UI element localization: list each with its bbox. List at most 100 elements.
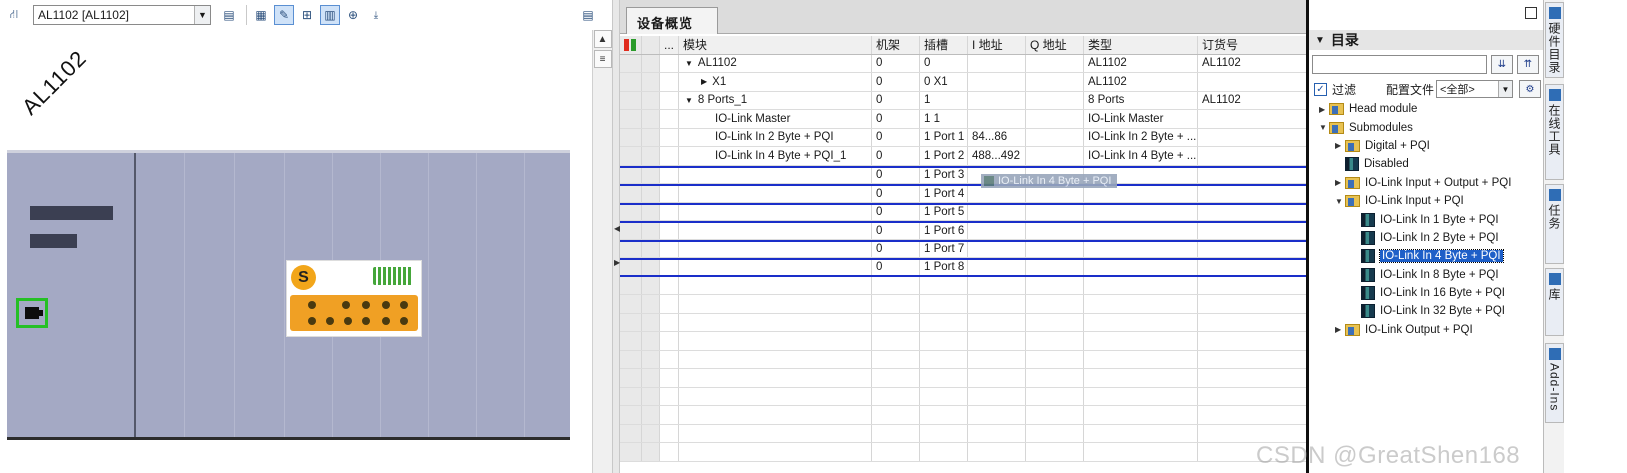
scroll-up-icon[interactable]: ▲ [593,30,612,48]
device-rack[interactable]: S [7,150,570,440]
catalog-tree-item[interactable]: ▶ Head module [1309,100,1543,118]
search-up-icon[interactable]: ⇈ [1517,55,1539,74]
module-icon [1361,267,1375,282]
catalog-tree-label: IO-Link Output + PQI [1365,323,1473,336]
cell-iaddr [968,110,1026,128]
chevron-right-icon[interactable]: ▶ [1319,105,1329,114]
cell-empty [642,295,660,313]
device-data-icon[interactable]: ▤ [578,5,598,25]
column-header-ind[interactable]: ... [660,36,679,54]
catalog-tree-item[interactable]: IO-Link In 2 Byte + PQI [1309,229,1543,247]
table-row[interactable]: ▶ X1 0 0 X1 AL1102 [620,73,1307,92]
pane-splitter[interactable]: ◀ ▶ [612,0,620,473]
catalog-settings-icon[interactable]: ⚙ [1519,80,1541,98]
cell-slot: 1 Port 3 [920,167,968,183]
table-row[interactable]: IO-Link Master 0 1 1 IO-Link Master [620,110,1307,129]
table-row[interactable]: IO-Link In 2 Byte + PQI 0 1 Port 1 84...86 I… [620,128,1307,147]
maximize-icon[interactable] [1525,7,1537,19]
search-down-icon[interactable]: ⇊ [1491,55,1513,74]
row-gutter [642,91,660,109]
catalog-tree-item[interactable]: Disabled [1309,155,1543,173]
column-header-iaddr[interactable]: I 地址 [968,36,1026,54]
ethernet-port-icon[interactable] [16,298,48,328]
profile-select[interactable]: <全部> ▼ [1436,80,1513,98]
table-row[interactable]: ▼ AL1102 0 0 AL1102 AL1102 [620,54,1307,73]
device-view-vertical-scroll[interactable]: ▲ ≡ [592,30,612,473]
list-icon[interactable]: ≡ [593,50,612,68]
cell-empty [620,369,642,387]
rename-icon[interactable]: ▦ [251,5,271,25]
chevron-down-icon[interactable]: ▼ [194,6,210,24]
column-header-module[interactable]: 模块 [679,36,872,54]
table-row[interactable]: 0 1 Port 7 [620,239,1307,258]
chevron-down-icon[interactable]: ▼ [1335,197,1345,206]
catalog-tree-item[interactable]: IO-Link In 8 Byte + PQI [1309,266,1543,284]
cell-empty [1026,443,1084,461]
cell-order [1198,110,1307,128]
filter-checkbox-row[interactable]: ✓ 过滤 [1314,80,1356,98]
network-topology-icon[interactable]: ⛙ [4,5,24,25]
table-row[interactable]: 0 1 Port 3 [620,165,1307,184]
device-properties-icon[interactable]: ▤ [219,5,239,25]
zoom-icon[interactable]: ⊕ [343,5,363,25]
catalog-tree-label: IO-Link In 4 Byte + PQI [1379,249,1504,264]
catalog-section-header[interactable]: ▼ 目录 [1309,30,1543,50]
side-tab-3[interactable]: 库 [1545,268,1564,336]
download-arrow-icon[interactable]: ⤓ [366,5,386,25]
catalog-tree-item[interactable]: IO-Link In 16 Byte + PQI [1309,284,1543,302]
column-header-rack[interactable]: 机架 [872,36,920,54]
column-header-order[interactable]: 订货号 [1198,36,1307,54]
catalog-tree-item[interactable]: ▼ IO-Link Input + PQI [1309,192,1543,210]
chevron-down-icon[interactable]: ▼ [1315,35,1325,46]
tab-device-overview[interactable]: 设备概览 [626,7,718,34]
table-row[interactable]: 0 1 Port 4 [620,184,1307,203]
connector-dot [400,301,408,309]
chevron-right-icon[interactable]: ▶ [1335,141,1345,150]
table-row[interactable]: 0 1 Port 5 [620,202,1307,221]
catalog-tree-item[interactable]: ▶ IO-Link Output + PQI [1309,321,1543,339]
row-indicator [660,91,679,109]
catalog-tree-item[interactable]: IO-Link In 32 Byte + PQI [1309,302,1543,320]
chevron-right-icon[interactable]: ▶ [701,77,707,86]
table-row-empty [620,350,1307,369]
catalog-tree-item[interactable]: IO-Link In 1 Byte + PQI [1309,210,1543,228]
draw-mode-icon[interactable]: ✎ [274,5,294,25]
column-layout-icon[interactable]: ▥ [320,5,340,25]
column-header-type[interactable]: 类型 [1084,36,1198,54]
filter-checkbox[interactable]: ✓ [1314,82,1327,96]
cell-empty [679,350,872,368]
io-link-master-module-image[interactable]: S [286,260,422,337]
table-row-empty [620,406,1307,425]
chevron-right-icon[interactable]: ▶ [1335,325,1345,334]
catalog-tree-item[interactable]: ▶ IO-Link Input + Output + PQI [1309,174,1543,192]
chevron-down-icon[interactable]: ▼ [1319,123,1329,132]
connector-dot [344,317,352,325]
column-header-slot[interactable]: 插槽 [920,36,968,54]
chevron-down-icon[interactable]: ▼ [685,96,693,105]
device-select-dropdown[interactable]: AL1102 [AL1102] ▼ [33,5,211,25]
table-row[interactable]: ▼ 8 Ports_1 0 1 8 Ports AL1102 [620,91,1307,110]
catalog-tree-item[interactable]: IO-Link In 4 Byte + PQI [1309,247,1543,265]
cell-empty [968,295,1026,313]
chevron-right-icon[interactable]: ▶ [1335,178,1345,187]
side-tab-4[interactable]: Add-Ins [1545,343,1564,423]
table-row[interactable]: IO-Link In 4 Byte + PQI_1 0 1 Port 2 488...… [620,147,1307,166]
catalog-search-input[interactable] [1312,55,1487,74]
side-tab-2[interactable]: 任务 [1545,184,1564,264]
cell-iaddr [968,186,1026,202]
grid-layout-icon[interactable]: ⊞ [297,5,317,25]
column-header-qaddr[interactable]: Q 地址 [1026,36,1084,54]
side-tab-1[interactable]: 在线工具 [1545,84,1564,180]
table-row[interactable]: 0 1 Port 8 [620,258,1307,277]
table-row[interactable]: 0 1 Port 6 [620,221,1307,240]
catalog-tree-item[interactable]: ▼ Submodules [1309,118,1543,136]
side-tab-0[interactable]: 硬件目录 [1545,2,1564,78]
row-indicator [660,147,679,165]
catalog-tree-item[interactable]: ▶ Digital + PQI [1309,137,1543,155]
chevron-down-icon[interactable]: ▼ [685,59,693,68]
row-indicator [660,128,679,146]
row-gutter [642,147,660,165]
cell-empty [1026,369,1084,387]
chevron-down-icon[interactable]: ▼ [1498,81,1512,97]
hardware-catalog-pane: ▼ 目录 ⇊ ⇈ ✓ 过滤 配置文件 <全部> ▼ ⚙ ▶ Head module… [1309,0,1543,473]
